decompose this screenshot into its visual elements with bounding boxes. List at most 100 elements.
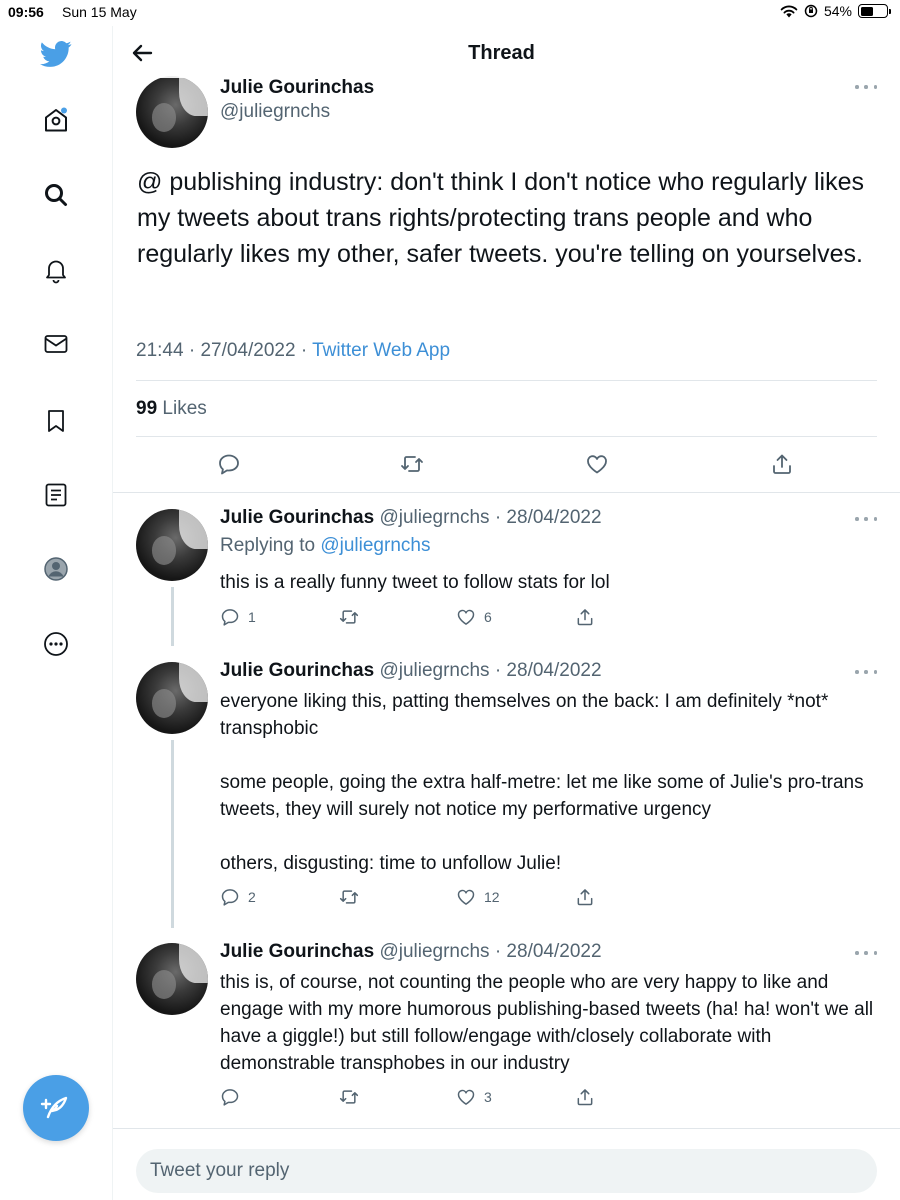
heart-icon [457,609,475,625]
more-options-icon[interactable] [855,949,877,957]
sidebar-item-explore[interactable] [36,175,76,215]
author-handle-date[interactable]: @juliegrnchs · 28/04/2022 [379,941,601,962]
share-button[interactable] [575,607,595,627]
replying-to-label: Replying to [220,535,316,556]
reply-composer [113,1128,900,1200]
reply-header: Julie Gourinchas @juliegrnchs · 28/04/20… [220,660,602,682]
more-options-icon[interactable] [855,83,877,91]
avatar[interactable] [136,76,208,148]
tweet-meta: 21:44 · 27/04/2022 · Twitter Web App [136,340,450,362]
sidebar-item-more[interactable] [36,624,76,664]
sidebar-item-notifications[interactable] [36,250,76,290]
like-button[interactable]: 3 [456,1087,492,1107]
mail-icon [44,335,68,353]
reply-tweet[interactable]: Julie Gourinchas @juliegrnchs · 28/04/20… [113,646,900,928]
retweet-button[interactable] [339,607,367,627]
tweet-text: everyone liking this, patting themselves… [220,688,870,877]
tweet-paragraph: everyone liking this, patting themselves… [220,691,829,739]
status-time: 09:56 [8,4,44,20]
reply-button[interactable] [220,1087,248,1107]
retweet-button[interactable] [339,1087,367,1107]
reply-tweet[interactable]: Julie Gourinchas @juliegrnchs · 28/04/20… [113,927,900,1125]
meta-separator: · [300,340,308,361]
sidebar-item-home[interactable] [36,100,76,140]
likes-count: 99 [136,398,158,419]
page-title: Thread [468,42,535,64]
reply-icon [221,889,239,906]
author-name[interactable]: Julie Gourinchas [220,77,374,99]
retweet-icon [339,1090,359,1104]
sidebar-item-lists[interactable] [36,475,76,515]
twitter-logo-icon[interactable] [36,34,76,74]
like-button[interactable] [585,452,609,476]
author-handle-date[interactable]: @juliegrnchs · 28/04/2022 [379,507,601,528]
like-count: 12 [484,889,500,905]
reply-button[interactable]: 1 [220,607,256,627]
reply-header: Julie Gourinchas @juliegrnchs · 28/04/20… [220,941,602,963]
tweet-text: this is a really funny tweet to follow s… [220,569,870,596]
author-name[interactable]: Julie Gourinchas [220,660,374,681]
retweet-button[interactable] [339,887,367,907]
reply-header: Julie Gourinchas @juliegrnchs · 28/04/20… [220,507,602,529]
retweet-icon [401,456,423,472]
author-handle-date[interactable]: @juliegrnchs · 28/04/2022 [379,660,601,681]
reply-tweet[interactable]: Julie Gourinchas @juliegrnchs · 28/04/20… [113,493,900,646]
share-icon [773,454,791,474]
tweet-paragraph: this is, of course, not counting the peo… [220,972,874,1074]
battery-icon [858,4,891,18]
more-icon [44,632,68,656]
divider [136,380,877,381]
profile-icon [44,557,68,581]
sidebar-item-profile[interactable] [36,549,76,589]
author-name[interactable]: Julie Gourinchas [220,941,374,962]
reply-icon [221,1089,239,1106]
share-button[interactable] [770,452,794,476]
likes-stat[interactable]: 99 Likes [136,398,207,420]
tweet-text: this is, of course, not counting the peo… [220,969,880,1077]
retweet-button[interactable] [400,452,424,476]
tweet-paragraph: this is a really funny tweet to follow s… [220,572,610,593]
more-options-icon[interactable] [855,668,877,676]
share-button[interactable] [575,887,595,907]
sidebar-item-bookmarks[interactable] [36,401,76,441]
battery-percent: 54% [823,3,852,19]
sidebar [0,26,113,1200]
like-count: 6 [484,609,492,625]
retweet-icon [339,890,359,904]
heart-icon [587,455,607,474]
thread-header: Thread [113,26,900,78]
author-name[interactable]: Julie Gourinchas [220,507,374,528]
tweet-paragraph: others, disgusting: time to unfollow Jul… [220,853,562,874]
search-icon [45,184,67,206]
reply-count: 2 [248,889,256,905]
like-button[interactable]: 6 [456,607,492,627]
reply-button[interactable]: 2 [220,887,256,907]
status-indicators: 54% [780,3,891,19]
avatar[interactable] [136,943,208,1015]
share-icon [577,889,593,906]
reply-button[interactable] [217,452,241,476]
likes-label: Likes [162,398,207,419]
more-options-icon[interactable] [855,515,877,523]
author-handle[interactable]: @juliegrnchs [220,101,330,123]
reply-icon [219,454,239,475]
like-button[interactable]: 12 [456,887,500,907]
tweet-paragraph [220,742,870,769]
tweet-paragraph [220,823,870,850]
thread-line [171,740,174,928]
status-bar: 09:56 Sun 15 May 54% [0,0,900,26]
compose-tweet-button[interactable] [23,1075,89,1141]
sidebar-item-messages[interactable] [36,324,76,364]
share-icon [577,609,593,626]
reply-input[interactable] [136,1149,877,1193]
tweet-text: @ publishing industry: don't think I don… [137,168,864,268]
rotation-lock-icon [804,4,818,18]
compose-tweet-icon [40,1096,68,1119]
avatar[interactable] [136,662,208,734]
tweet-source-link[interactable]: Twitter Web App [312,340,450,361]
replying-to-handle[interactable]: @juliegrnchs [320,535,430,556]
share-button[interactable] [575,1087,595,1107]
list-icon [45,483,67,507]
tweet-paragraph: some people, going the extra half-metre:… [220,772,864,820]
avatar[interactable] [136,509,208,581]
